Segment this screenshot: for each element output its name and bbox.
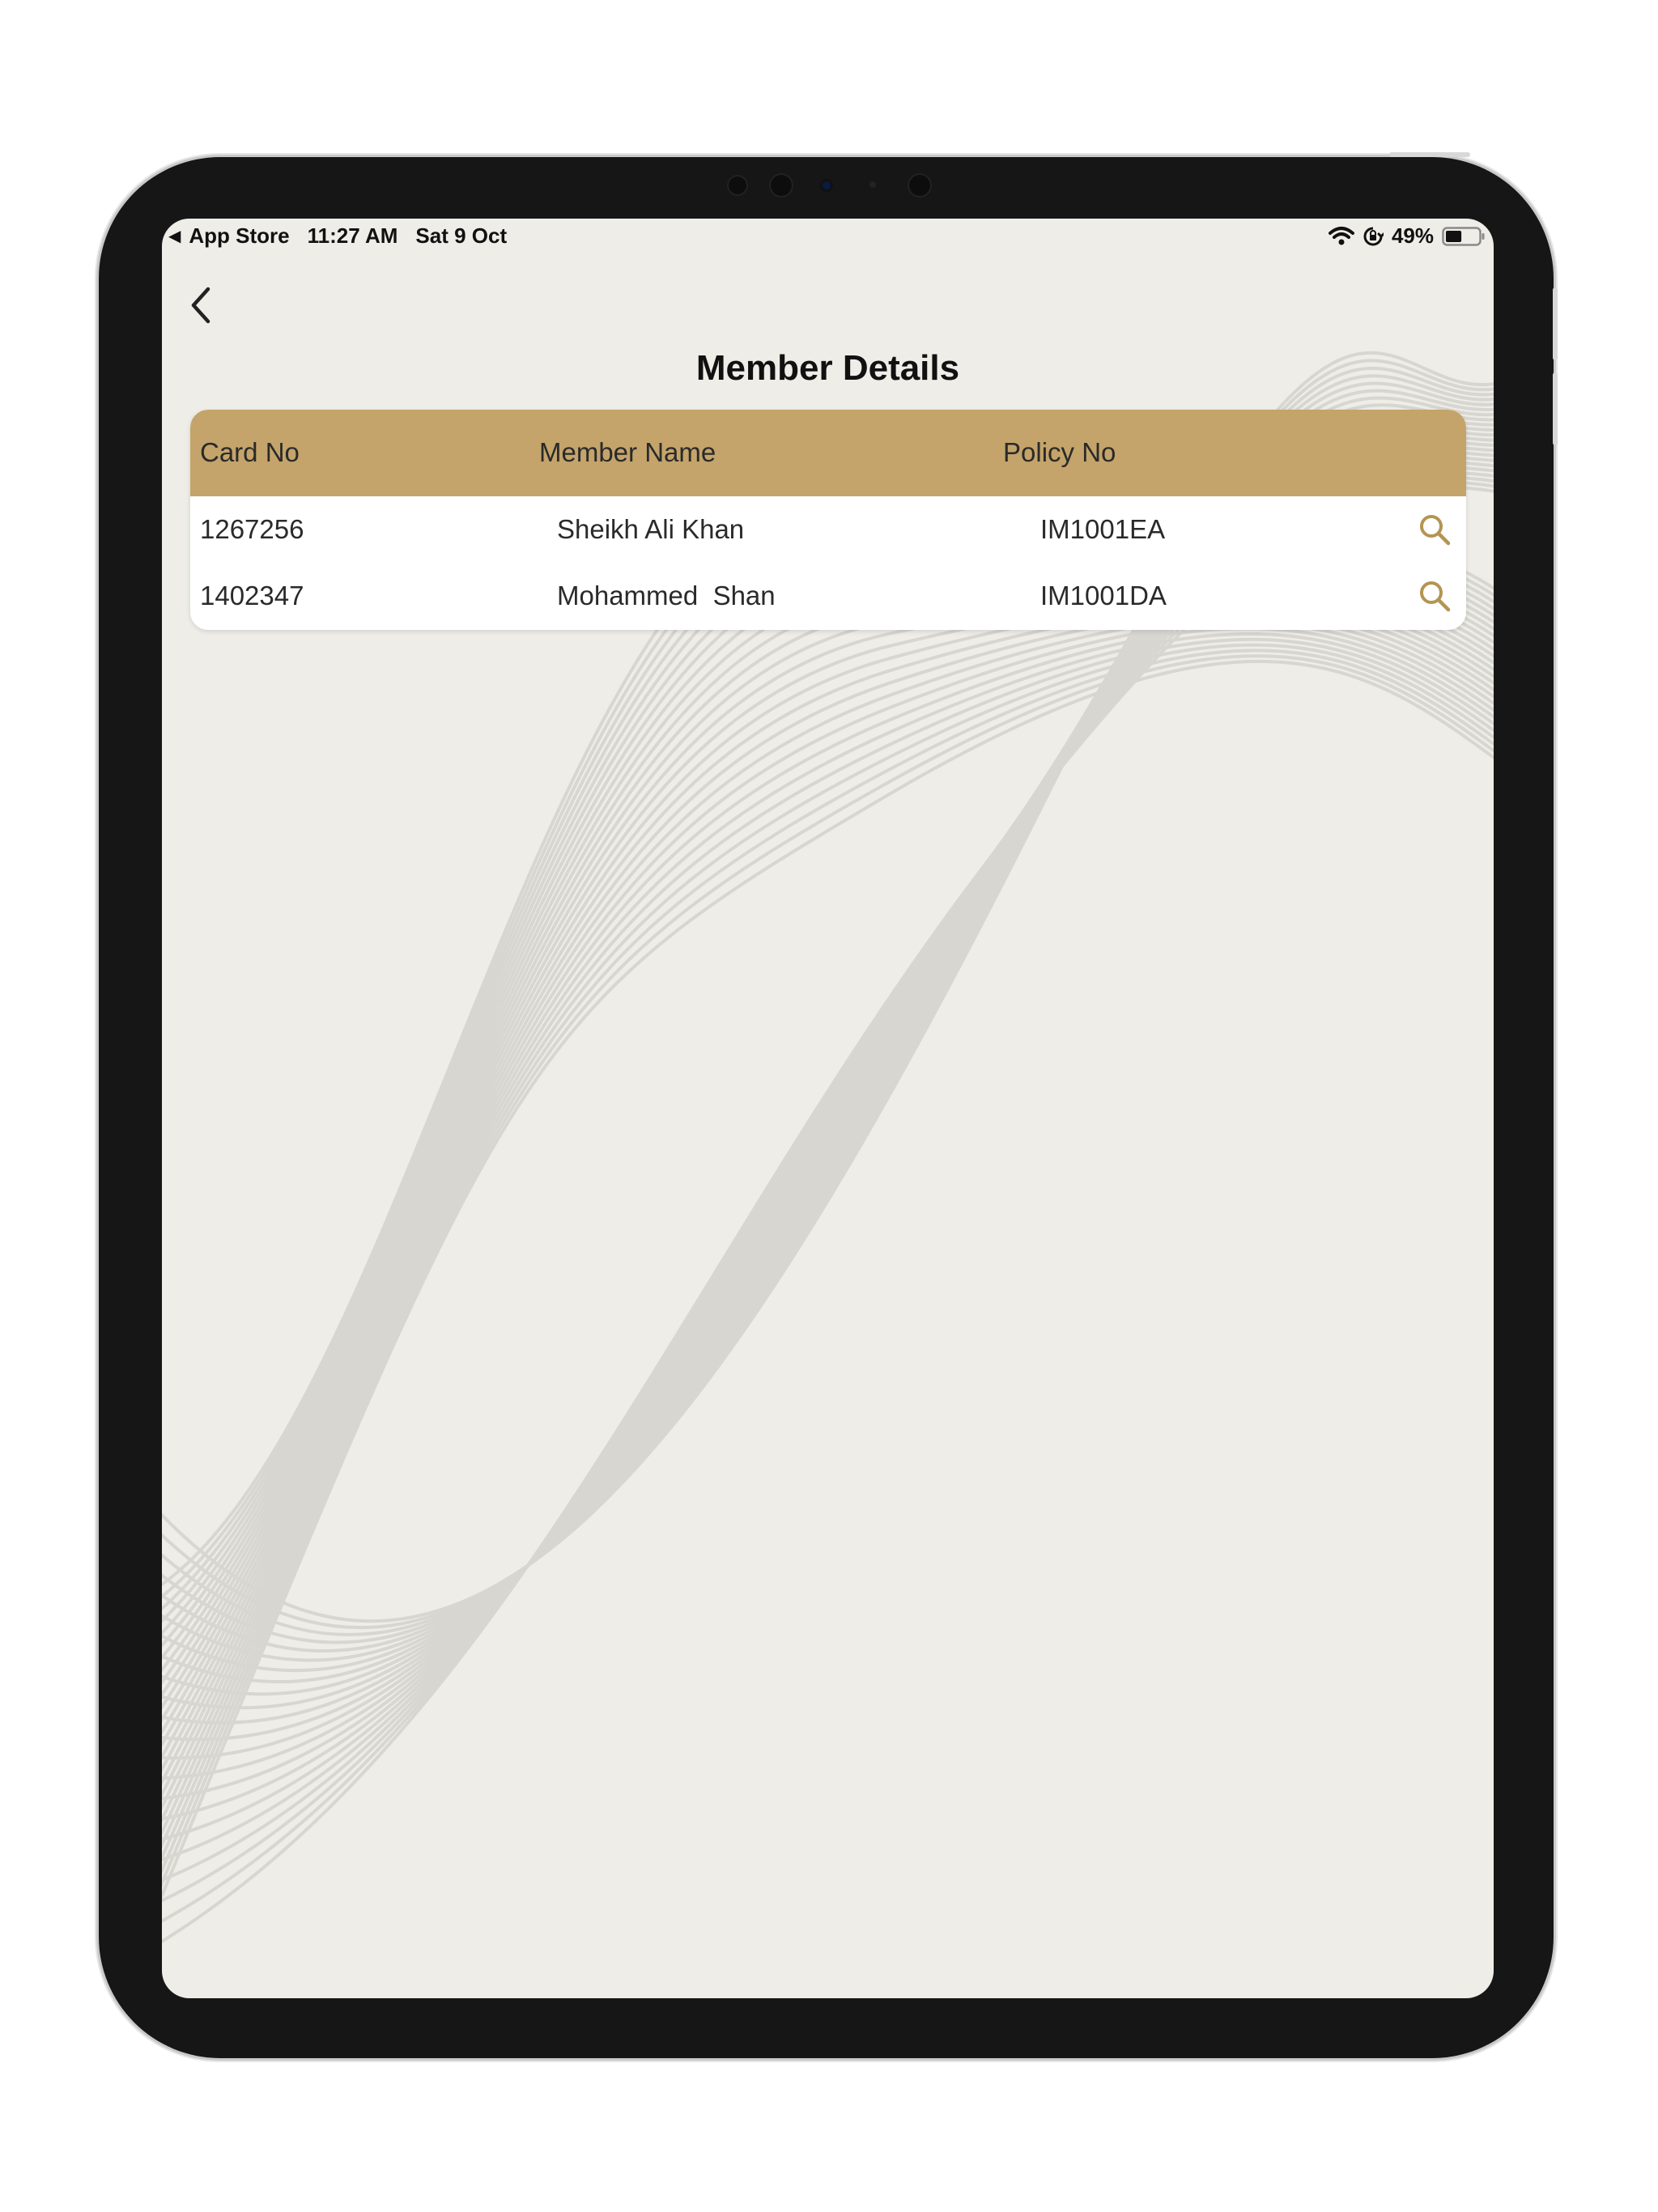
column-header-card-no: Card No [200,437,300,467]
wifi-icon [1328,226,1354,245]
camera-sensor [908,173,932,198]
camera-sensor [869,181,876,188]
member-name-cell: Sheikh Ali Khan [557,514,745,544]
orientation-lock-icon [1363,227,1384,245]
table-row[interactable]: 1267256 Sheikh Ali Khan IM1001EA [190,496,1466,563]
front-camera [820,179,833,192]
view-member-button[interactable] [1416,511,1453,548]
card-no-cell: 1402347 [200,581,304,610]
table-row[interactable]: 1402347 Mohammed Shan IM1001DA [190,563,1466,629]
top-button [1389,152,1470,157]
status-bar: ◀ App Store 11:27 AM Sat 9 Oct 49% [162,219,1494,261]
column-header-policy-no: Policy No [1003,437,1116,467]
table-header: Card No Member Name Policy No [190,410,1466,496]
battery-icon [1442,226,1485,246]
column-header-member-name: Member Name [539,437,716,467]
battery-percentage: 49% [1391,223,1434,248]
status-time: 11:27 AM [307,223,398,248]
search-icon [1420,581,1451,612]
view-member-button[interactable] [1416,577,1453,615]
camera-sensor [769,173,793,198]
camera-array [0,173,1658,199]
member-name-cell: Mohammed Shan [557,581,776,610]
back-to-app-label[interactable]: App Store [189,223,289,249]
card-no-cell: 1267256 [200,514,304,544]
policy-no-cell: IM1001EA [1040,514,1166,544]
policy-no-cell: IM1001DA [1040,581,1167,610]
volume-down-button [1553,372,1558,445]
search-icon [1420,515,1451,546]
camera-sensor [727,175,748,196]
back-to-app-arrow-icon[interactable]: ◀ [168,226,181,246]
member-table: Card No Member Name Policy No 1267256 Sh… [190,410,1466,630]
chevron-left-icon [191,287,210,324]
back-button[interactable] [176,277,225,334]
status-date: Sat 9 Oct [415,223,508,248]
app-screen: ◀ App Store 11:27 AM Sat 9 Oct 49% Membe… [162,219,1494,1998]
page-title: Member Details [695,348,960,388]
volume-up-button [1553,287,1558,360]
